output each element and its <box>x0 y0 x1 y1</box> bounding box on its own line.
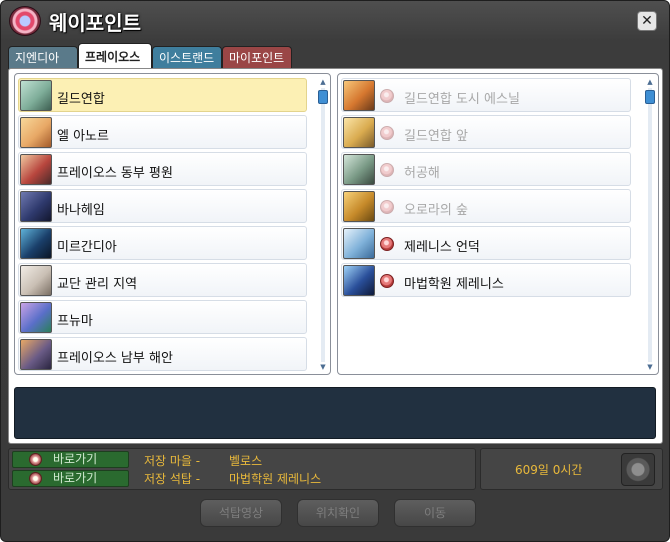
region-thumbnail <box>20 80 52 111</box>
waypoint-row-void-sea[interactable]: 허공해 <box>341 152 631 186</box>
region-thumbnail <box>20 265 52 296</box>
waypoint-thumbnail <box>343 265 375 296</box>
tab-freios[interactable]: 프레이오스 <box>78 43 152 69</box>
waypoint-orb-icon <box>9 6 41 36</box>
cooldown-time: 609일 0시간 <box>515 463 583 477</box>
go-button-label: 바로가기 <box>53 471 98 485</box>
region-row-freios-south-coast[interactable]: 프레이오스 남부 해안 <box>18 337 307 371</box>
waypoint-label: 길드연합 앞 <box>404 129 468 144</box>
cooldown-panel: 609일 0시간 <box>480 448 663 490</box>
waypoint-window: 웨이포인트 ✕ 지엔디아 이스트랜드 마이포인트 프레이오스 길드연합 엘 아노… <box>0 0 670 542</box>
main-panel: 길드연합 엘 아노르 프레이오스 동부 평원 바나헤임 미르간디아 교단 관리 … <box>8 68 663 444</box>
scroll-down-icon[interactable]: ▼ <box>645 363 655 372</box>
waypoint-list: 길드연합 도시 에스닐 길드연합 앞 허공해 오로라의 숲 제레니스 언덕 마법… <box>337 73 659 375</box>
scroll-track[interactable] <box>648 88 652 362</box>
waypoint-marker-icon <box>380 274 394 288</box>
region-row-freios-east-plains[interactable]: 프레이오스 동부 평원 <box>18 152 307 186</box>
waypoint-row-zerenis-academy[interactable]: 마법학원 제레니스 <box>341 263 631 297</box>
go-to-saved-town-button[interactable]: 바로가기 <box>12 451 129 468</box>
scroll-track[interactable] <box>321 88 325 362</box>
waypoint-thumbnail <box>343 228 375 259</box>
go-to-saved-stone-button[interactable]: 바로가기 <box>12 470 129 487</box>
region-row-guild-union[interactable]: 길드연합 <box>18 78 307 112</box>
region-label: 엘 아노르 <box>57 129 109 144</box>
waypoint-label: 허공해 <box>404 166 440 181</box>
waypoint-label: 오로라의 숲 <box>404 203 468 218</box>
waypoint-thumbnail <box>343 191 375 222</box>
stone-video-button[interactable]: 석탑영상 <box>200 499 282 527</box>
saved-town-line: 저장 마을 - 벨로스 <box>144 452 262 469</box>
scroll-up-icon[interactable]: ▲ <box>645 78 655 87</box>
saved-town-label: 저장 마을 - <box>144 454 201 468</box>
region-list-scrollbar[interactable]: ▲ ▼ <box>318 78 328 372</box>
region-thumbnail <box>20 154 52 185</box>
region-row-el-anor[interactable]: 엘 아노르 <box>18 115 307 149</box>
waypoint-marker-icon <box>380 200 394 214</box>
waypoint-row-zerenis-hill[interactable]: 제레니스 언덕 <box>341 226 631 260</box>
check-location-button[interactable]: 위치확인 <box>297 499 379 527</box>
scroll-thumb[interactable] <box>318 90 328 104</box>
scroll-up-icon[interactable]: ▲ <box>318 78 328 87</box>
region-label: 길드연합 <box>57 92 105 107</box>
waypoint-row-guild-union-front[interactable]: 길드연합 앞 <box>341 115 631 149</box>
stone-marker-icon <box>29 472 42 485</box>
region-thumbnail <box>20 117 52 148</box>
region-thumbnail <box>20 191 52 222</box>
waypoint-marker-icon <box>380 89 394 103</box>
region-label: 미르간디아 <box>57 240 117 255</box>
description-box <box>14 387 656 439</box>
waypoint-thumbnail <box>343 117 375 148</box>
saved-stone-line: 저장 석탑 - 마법학원 제레니스 <box>144 470 321 487</box>
waypoint-thumbnail <box>343 154 375 185</box>
tab-eastland[interactable]: 이스트랜드 <box>152 46 222 69</box>
cooldown-clock-icon <box>621 453 655 486</box>
region-thumbnail <box>20 339 52 370</box>
go-button-label: 바로가기 <box>53 452 98 466</box>
region-row-pneuma[interactable]: 프뉴마 <box>18 300 307 334</box>
tab-zendia[interactable]: 지엔디아 <box>8 46 78 69</box>
close-button[interactable]: ✕ <box>637 11 657 31</box>
region-label: 프레이오스 남부 해안 <box>57 351 173 366</box>
waypoint-marker-icon <box>380 163 394 177</box>
region-list: 길드연합 엘 아노르 프레이오스 동부 평원 바나헤임 미르간디아 교단 관리 … <box>14 73 331 375</box>
region-label: 프뉴마 <box>57 314 93 329</box>
move-button[interactable]: 이동 <box>394 499 476 527</box>
window-title: 웨이포인트 <box>49 11 141 35</box>
waypoint-marker-icon <box>380 126 394 140</box>
region-label: 프레이오스 동부 평원 <box>57 166 173 181</box>
scroll-down-icon[interactable]: ▼ <box>318 363 328 372</box>
waypoint-marker-icon <box>380 237 394 251</box>
region-label: 교단 관리 지역 <box>57 277 138 292</box>
waypoint-thumbnail <box>343 80 375 111</box>
scroll-thumb[interactable] <box>645 90 655 104</box>
waypoint-label: 마법학원 제레니스 <box>404 277 504 292</box>
saved-town-value: 벨로스 <box>229 454 263 468</box>
tab-my-point[interactable]: 마이포인트 <box>222 46 292 69</box>
town-marker-icon <box>29 453 42 466</box>
waypoint-label: 제레니스 언덕 <box>404 240 480 255</box>
saved-stone-value: 마법학원 제레니스 <box>229 472 322 486</box>
saved-stone-label: 저장 석탑 - <box>144 472 201 486</box>
region-row-mirgandia[interactable]: 미르간디아 <box>18 226 307 260</box>
region-thumbnail <box>20 228 52 259</box>
region-row-order-managed-area[interactable]: 교단 관리 지역 <box>18 263 307 297</box>
waypoint-label: 길드연합 도시 에스닐 <box>404 92 520 107</box>
waypoint-row-aurora-forest[interactable]: 오로라의 숲 <box>341 189 631 223</box>
waypoint-list-scrollbar[interactable]: ▲ ▼ <box>645 78 655 372</box>
region-thumbnail <box>20 302 52 333</box>
region-row-vanaheim[interactable]: 바나헤임 <box>18 189 307 223</box>
waypoint-row-esnil[interactable]: 길드연합 도시 에스닐 <box>341 78 631 112</box>
title-bar[interactable]: 웨이포인트 ✕ <box>1 1 669 41</box>
saved-location-panel: 바로가기 바로가기 저장 마을 - 벨로스 저장 석탑 - 마법학원 제레니스 <box>8 448 476 490</box>
region-label: 바나헤임 <box>57 203 105 218</box>
